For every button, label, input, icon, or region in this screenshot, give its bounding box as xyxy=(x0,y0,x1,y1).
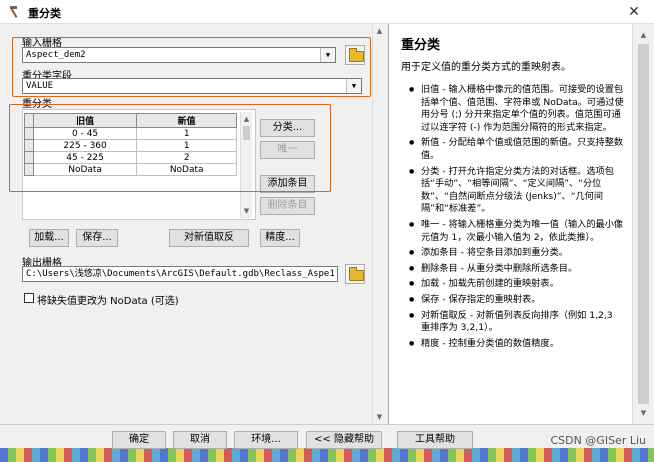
help-item-precision: 精度 - 控制重分类值的数值精度。 xyxy=(409,338,624,351)
close-icon[interactable]: ✕ xyxy=(614,0,654,24)
help-item-reverse: 对新值取反 - 对新值列表反向排序（例如 1,2,3 重排序为 3,2,1）。 xyxy=(409,310,624,335)
help-item-delete-entry: 删除条目 - 从重分类中删除所选条目。 xyxy=(409,263,624,276)
help-item-old-value: 旧值 - 输入栅格中像元的值范围。可接受的设置包括单个值、值范围、字符串或 No… xyxy=(409,84,624,134)
nodata-checkbox[interactable] xyxy=(24,293,34,303)
reverse-new-values-button[interactable]: 对新值取反 xyxy=(169,229,249,247)
help-list: 旧值 - 输入栅格中像元的值范围。可接受的设置包括单个值、值范围、字符串或 No… xyxy=(409,84,624,353)
hide-help-button[interactable]: << 隐藏帮助 xyxy=(306,431,382,449)
help-description: 用于定义值的重分类方式的重映射表。 xyxy=(401,62,571,73)
help-title: 重分类 xyxy=(401,38,441,53)
scroll-up-icon[interactable]: ▲ xyxy=(373,24,386,38)
scroll-down-icon[interactable]: ▼ xyxy=(241,204,252,218)
load-button[interactable]: 加载... xyxy=(29,229,69,247)
help-item-save: 保存 - 保存指定的重映射表。 xyxy=(409,294,624,307)
parameters-scrollbar[interactable]: ▲ ▼ xyxy=(372,24,386,424)
scroll-down-icon[interactable]: ▼ xyxy=(633,406,654,420)
nodata-checkbox-label[interactable]: 将缺失值更改为 NoData (可选) xyxy=(37,292,179,307)
precision-button[interactable]: 精度... xyxy=(260,229,300,247)
output-raster-value: C:\Users\浅悠凉\Documents\ArcGIS\Default.gd… xyxy=(26,269,335,279)
output-raster-input[interactable]: C:\Users\浅悠凉\Documents\ArcGIS\Default.gd… xyxy=(22,266,338,282)
help-item-new-value: 新值 - 分配给单个值或值范围的新值。只支持整数值。 xyxy=(409,137,624,162)
help-item-classify: 分类 - 打开允许指定分类方法的对话框。选项包括“手动”、“相等间隔”、“定义间… xyxy=(409,166,624,216)
tool-help-button[interactable]: 工具帮助 xyxy=(397,431,473,449)
annotation-box-table xyxy=(9,104,331,192)
hammer-icon xyxy=(10,6,18,18)
help-item-unique: 唯一 - 将输入栅格重分类为唯一值（输入的最小像元值为 1，次最小输入值为 2，… xyxy=(409,219,624,244)
annotation-box-inputs xyxy=(12,37,371,97)
output-raster-browse-button[interactable] xyxy=(345,264,365,284)
help-item-add-entry: 添加条目 - 将空条目添加到重分类。 xyxy=(409,247,624,260)
watermark: CSDN @GISer Liu xyxy=(550,434,646,447)
save-button[interactable]: 保存... xyxy=(76,229,118,247)
help-panel: 重分类 用于定义值的重分类方式的重映射表。 旧值 - 输入栅格中像元的值范围。可… xyxy=(388,24,632,424)
scroll-up-icon[interactable]: ▲ xyxy=(633,28,654,42)
map-background-strip xyxy=(0,448,654,462)
help-scrollbar[interactable]: ▲ ▼ xyxy=(632,24,654,424)
window-title: 重分类 xyxy=(28,7,61,20)
help-item-load: 加载 - 加载先前创建的重映射表。 xyxy=(409,278,624,291)
environments-button[interactable]: 环境... xyxy=(234,431,298,449)
cancel-button[interactable]: 取消 xyxy=(173,431,227,449)
title-bar: 重分类 ✕ xyxy=(0,0,654,24)
scroll-down-icon[interactable]: ▼ xyxy=(373,410,386,424)
scroll-thumb[interactable] xyxy=(638,44,649,404)
folder-open-icon xyxy=(349,267,364,281)
delete-entry-button[interactable]: 删除条目 xyxy=(260,197,315,215)
ok-button[interactable]: 确定 xyxy=(112,431,166,449)
